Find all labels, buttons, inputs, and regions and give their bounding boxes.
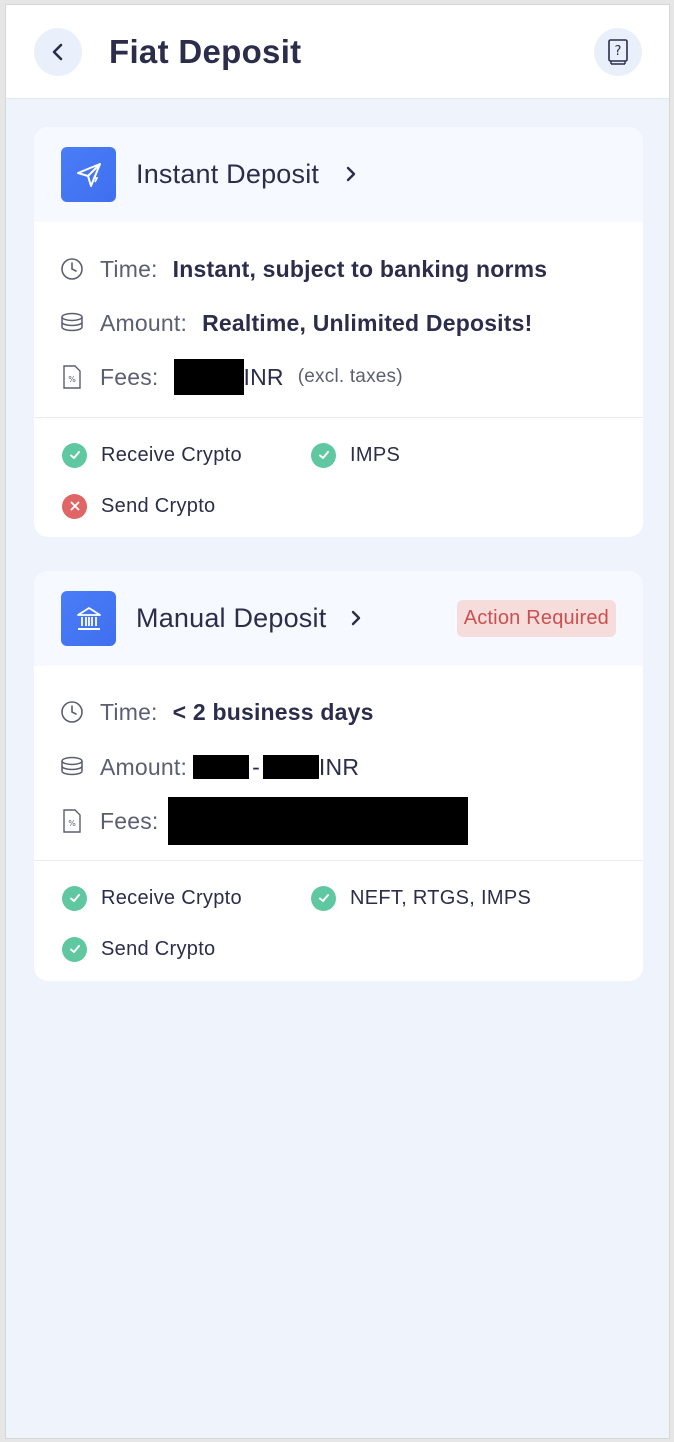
instant-deposit-title[interactable]: Instant Deposit — [136, 159, 319, 190]
clock-icon — [60, 257, 84, 281]
app-frame: Fiat Deposit ? Instant Deposit Time: Ins… — [5, 4, 670, 1439]
feature-neft-rtgs-imps: NEFT, RTGS, IMPS — [311, 885, 531, 911]
manual-deposit-header[interactable]: Manual Deposit Action Required — [34, 571, 643, 666]
back-button[interactable] — [34, 28, 82, 76]
redacted-fee-amount — [173, 359, 244, 395]
feature-send-crypto: Send Crypto — [62, 936, 215, 962]
manual-amount-row: Amount: - INR — [60, 752, 359, 782]
fees-label: Fees: — [100, 363, 159, 390]
check-circle-icon — [311, 442, 336, 468]
clock-icon — [60, 700, 84, 724]
amount-label: Amount: — [100, 309, 188, 336]
feature-label: Receive Crypto — [101, 886, 242, 909]
amount-label: Amount: — [100, 753, 188, 780]
redacted-amount-max — [262, 755, 319, 779]
svg-text:%: % — [68, 375, 76, 384]
instant-fees-row: % Fees: INR (excl. taxes) — [60, 359, 403, 395]
instant-deposit-header[interactable]: Instant Deposit — [34, 127, 643, 222]
feature-label: Send Crypto — [101, 494, 216, 517]
manual-deposit-title[interactable]: Manual Deposit — [136, 603, 326, 634]
help-book-icon: ? — [608, 39, 628, 65]
amount-value: Realtime, Unlimited Deposits! — [202, 309, 533, 336]
amount-separator: - — [252, 753, 260, 780]
fees-label: Fees: — [100, 807, 159, 834]
coins-icon — [60, 755, 84, 779]
fees-note: (excl. taxes) — [297, 366, 403, 387]
fees-currency: INR — [243, 363, 284, 390]
chevron-left-icon — [52, 43, 63, 61]
chevron-right-icon — [351, 610, 361, 626]
feature-receive-crypto: Receive Crypto — [62, 442, 242, 468]
page-title: Fiat Deposit — [109, 33, 302, 70]
send-lightning-icon — [61, 147, 116, 202]
time-label: Time: — [100, 255, 158, 282]
bank-icon — [61, 591, 116, 646]
instant-amount-row: Amount: Realtime, Unlimited Deposits! — [60, 308, 532, 338]
divider — [34, 417, 643, 418]
check-circle-icon — [62, 936, 87, 962]
divider — [34, 860, 643, 861]
svg-text:%: % — [68, 819, 76, 828]
fee-document-icon: % — [60, 365, 84, 389]
feature-imps: IMPS — [311, 442, 400, 468]
fee-document-icon: % — [60, 809, 84, 833]
time-label: Time: — [100, 698, 158, 725]
x-circle-icon — [62, 493, 87, 519]
action-required-badge: Action Required — [456, 600, 616, 637]
redacted-amount-min — [193, 755, 250, 779]
manual-fees-row: % Fees: — [60, 797, 468, 845]
feature-label: Receive Crypto — [101, 443, 242, 466]
feature-send-crypto: Send Crypto — [62, 493, 215, 519]
instant-deposit-card: Instant Deposit Time: Instant, subject t… — [34, 127, 643, 537]
feature-label: IMPS — [350, 443, 401, 466]
time-value: Instant, subject to banking norms — [172, 255, 548, 282]
page-header: Fiat Deposit ? — [6, 5, 669, 99]
manual-time-row: Time: < 2 business days — [60, 697, 374, 727]
help-button[interactable]: ? — [594, 28, 642, 76]
amount-currency: INR — [318, 753, 360, 780]
redacted-fee-details — [167, 797, 468, 845]
feature-label: Send Crypto — [101, 937, 216, 960]
check-circle-icon — [62, 442, 87, 468]
feature-label: NEFT, RTGS, IMPS — [350, 886, 532, 909]
feature-receive-crypto: Receive Crypto — [62, 885, 242, 911]
coins-icon — [60, 311, 84, 335]
instant-time-row: Time: Instant, subject to banking norms — [60, 254, 547, 284]
time-value: < 2 business days — [172, 698, 374, 725]
svg-text:?: ? — [615, 44, 622, 59]
manual-deposit-card: Manual Deposit Action Required Time: < 2… — [34, 571, 643, 981]
chevron-right-icon — [346, 166, 356, 182]
check-circle-icon — [62, 885, 87, 911]
check-circle-icon — [311, 885, 336, 911]
